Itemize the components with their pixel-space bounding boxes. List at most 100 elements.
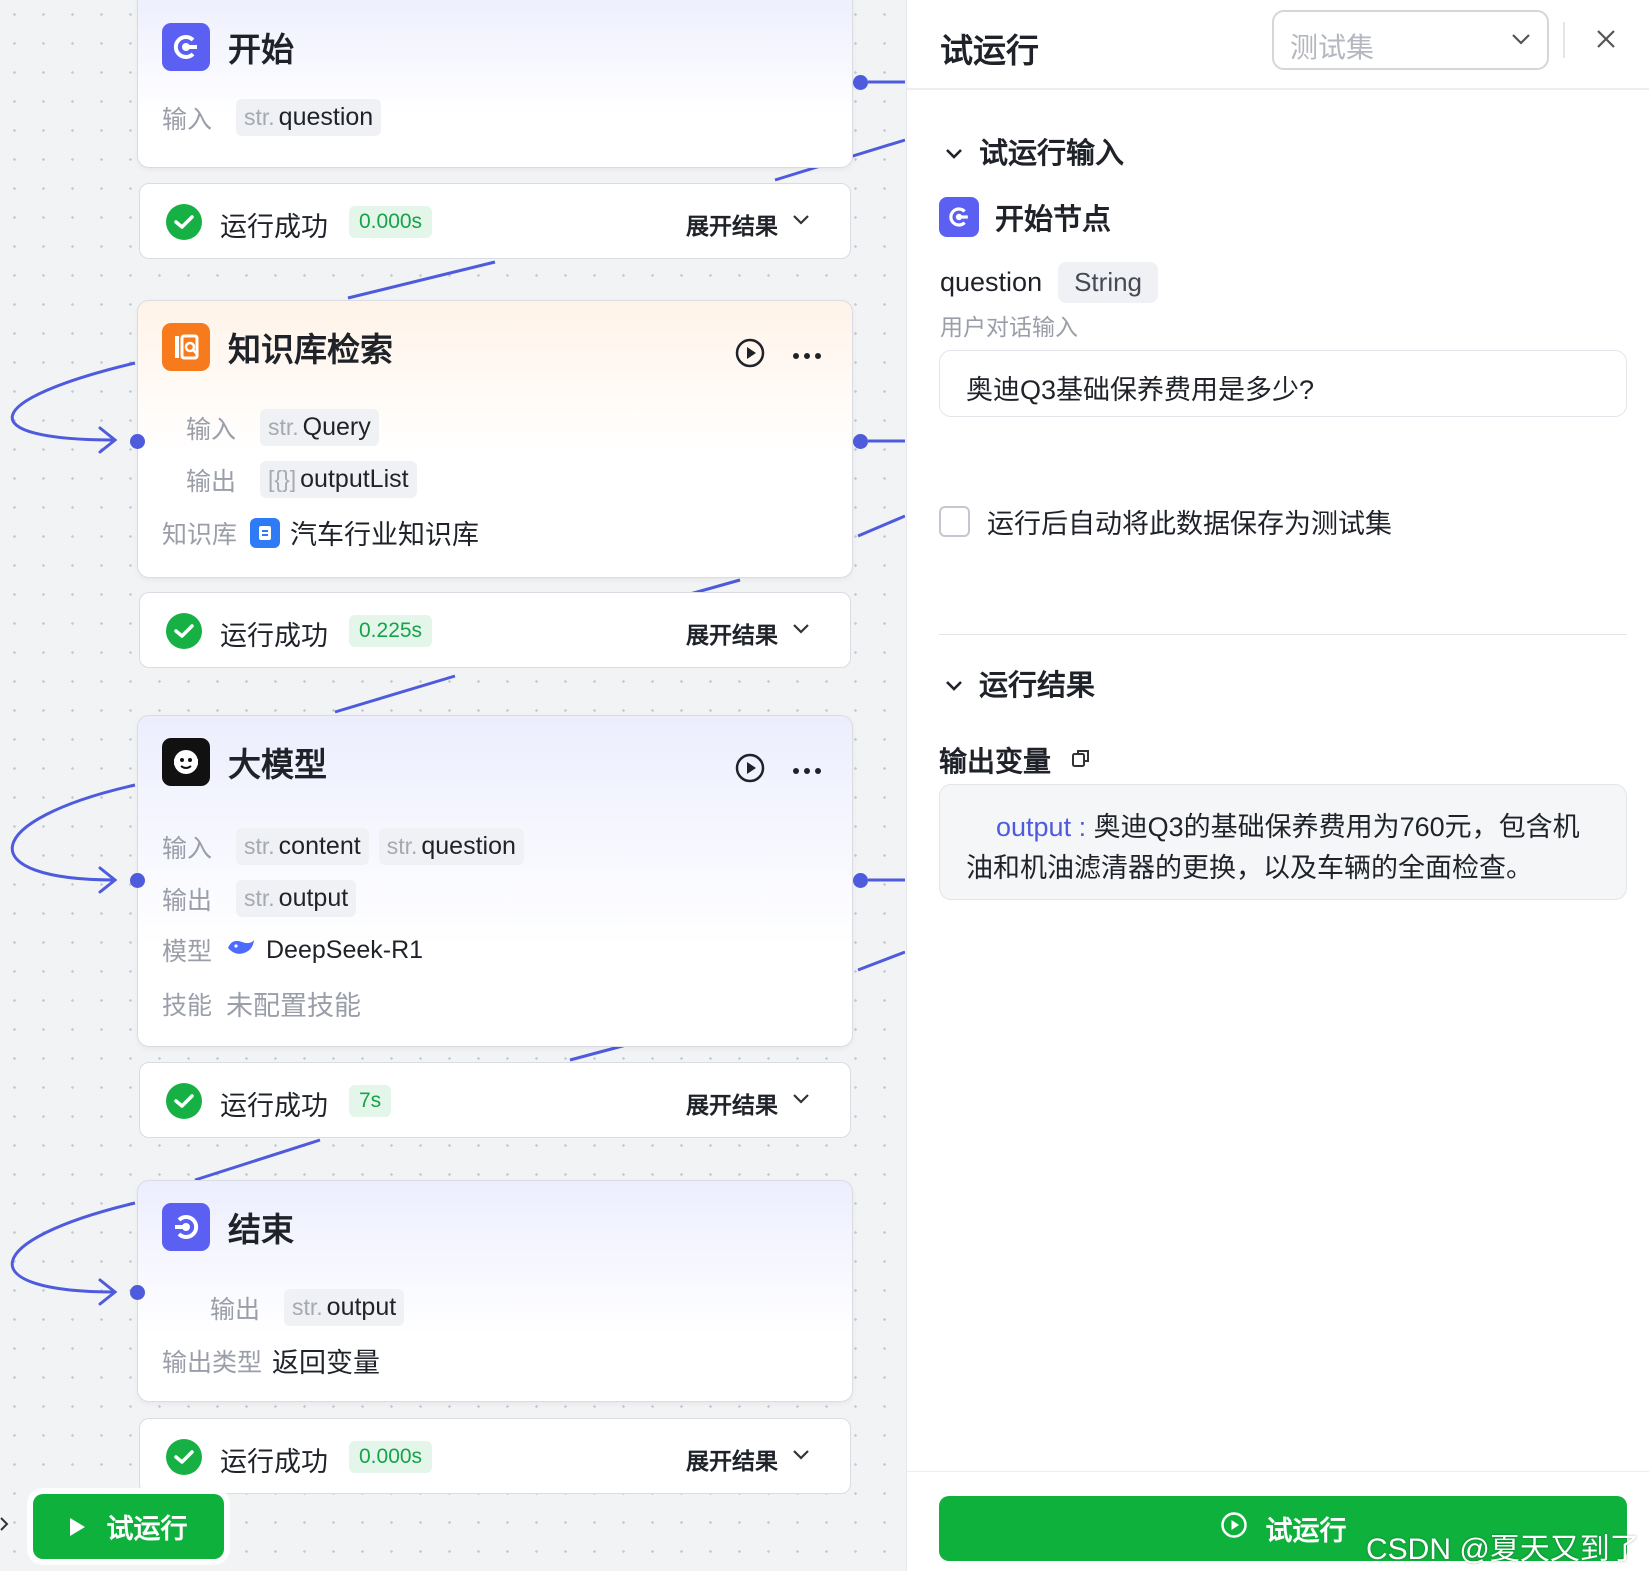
result-section-header[interactable]: 运行结果 bbox=[945, 662, 1095, 704]
check-icon bbox=[166, 1083, 202, 1119]
edge-loop-end bbox=[10, 1201, 136, 1294]
skill-label: 技能 bbox=[162, 991, 213, 1020]
output-variable-label: 输出变量 bbox=[939, 746, 1052, 777]
input-chip: str. content bbox=[236, 828, 369, 865]
more-icon[interactable] bbox=[792, 347, 822, 365]
autosave-checkbox[interactable] bbox=[939, 506, 970, 537]
output-type-value: 返回变量 bbox=[272, 1348, 380, 1378]
status-time: 0.000s bbox=[349, 1441, 433, 1473]
start-output-port[interactable] bbox=[853, 75, 868, 90]
status-text: 运行成功 bbox=[220, 621, 328, 651]
status-bar-llm: 运行成功 7s 展开结果 bbox=[139, 1062, 851, 1138]
end-node-icon bbox=[162, 1203, 210, 1251]
output-label: 输出 bbox=[210, 1295, 261, 1324]
start-node-icon bbox=[162, 23, 210, 71]
panel-title: 试运行 bbox=[940, 32, 1039, 69]
copy-icon[interactable] bbox=[1071, 748, 1091, 773]
testset-placeholder: 测试集 bbox=[1290, 32, 1375, 63]
chevron-down-icon[interactable] bbox=[792, 1448, 810, 1466]
end-input-port[interactable] bbox=[130, 1285, 145, 1300]
knowledge-node[interactable]: 知识库检索 输入 str. Query 输出 [{}] outputList 知识库… bbox=[137, 300, 853, 578]
status-text: 运行成功 bbox=[220, 1447, 328, 1477]
edge-segment bbox=[334, 674, 456, 714]
expand-results-button[interactable]: 展开结果 bbox=[686, 207, 778, 241]
watermark: CSDN @夏天又到了 bbox=[1366, 1533, 1640, 1566]
output-label: 输出 bbox=[162, 886, 213, 915]
section-divider bbox=[939, 634, 1627, 635]
header-divider bbox=[1563, 22, 1565, 58]
status-time: 0.225s bbox=[349, 615, 433, 647]
output-type-label: 输出类型 bbox=[162, 1348, 263, 1377]
input-section-header[interactable]: 试运行输入 bbox=[945, 130, 1124, 172]
kb-name: 汽车行业知识库 bbox=[290, 520, 479, 550]
collapse-arrow-icon[interactable] bbox=[0, 1516, 10, 1537]
question-input[interactable]: 奥迪Q3基础保养费用是多少? bbox=[939, 350, 1627, 417]
check-icon bbox=[166, 1439, 202, 1475]
start-node-icon bbox=[939, 197, 979, 237]
autosave-label: 运行后自动将此数据保存为测试集 bbox=[987, 509, 1392, 539]
input-label: 输入 bbox=[186, 415, 237, 444]
edge-segment bbox=[857, 514, 905, 538]
field-type-badge: String bbox=[1058, 262, 1159, 303]
check-icon bbox=[166, 204, 202, 240]
chevron-down-icon bbox=[1511, 32, 1531, 50]
llm-node-title: 大模型 bbox=[228, 746, 327, 783]
edge-loop-knowledge bbox=[10, 361, 136, 442]
output-chip: str. output bbox=[236, 880, 357, 917]
close-icon[interactable] bbox=[1595, 28, 1617, 55]
knowledge-node-title: 知识库检索 bbox=[228, 331, 393, 368]
skill-value: 未配置技能 bbox=[226, 991, 361, 1021]
canvas-run-button[interactable]: 试运行 bbox=[33, 1494, 224, 1559]
start-node-title: 开始 bbox=[228, 31, 294, 68]
output-chip: str. output bbox=[284, 1289, 405, 1326]
check-icon bbox=[166, 613, 202, 649]
llm-input-port[interactable] bbox=[130, 873, 145, 888]
expand-results-button[interactable]: 展开结果 bbox=[686, 616, 778, 650]
status-bar-knowledge: 运行成功 0.225s 展开结果 bbox=[139, 592, 851, 668]
start-node-group: 开始节点 bbox=[939, 196, 1111, 238]
status-text: 运行成功 bbox=[220, 212, 328, 242]
knowledge-output-port[interactable] bbox=[853, 434, 868, 449]
llm-node[interactable]: 大模型 输入 str. content str. question 输出 str. o… bbox=[137, 715, 853, 1047]
input-label: 输入 bbox=[162, 105, 213, 134]
test-run-panel: 试运行 测试集 试运行输入 开始节点 question String 用户对话输… bbox=[906, 0, 1649, 1571]
play-circle-icon bbox=[1220, 1511, 1248, 1546]
edge-segment bbox=[347, 260, 496, 300]
chevron-down-icon bbox=[945, 135, 963, 168]
kb-doc-icon bbox=[250, 517, 280, 548]
output-label: 输出 bbox=[186, 467, 237, 496]
expand-results-button[interactable]: 展开结果 bbox=[686, 1442, 778, 1476]
play-triangle-icon bbox=[69, 1517, 85, 1536]
knowledge-input-port[interactable] bbox=[130, 434, 145, 449]
workflow-canvas[interactable]: 开始 输入 str. question 运行成功 0.000s 展开结果 知识库检… bbox=[0, 0, 905, 1571]
chevron-down-icon bbox=[945, 667, 963, 700]
autosave-option[interactable]: 运行后自动将此数据保存为测试集 bbox=[939, 502, 1392, 541]
output-separator: : bbox=[1071, 812, 1094, 842]
input-label: 输入 bbox=[162, 834, 213, 863]
edge-loop-llm bbox=[11, 783, 136, 882]
footer-divider bbox=[907, 1471, 1649, 1472]
output-chip: [{}] outputList bbox=[260, 461, 417, 498]
end-node[interactable]: 结束 输出 str. output 输出类型 返回变量 bbox=[137, 1180, 853, 1402]
chevron-down-icon[interactable] bbox=[792, 213, 810, 231]
chevron-down-icon[interactable] bbox=[792, 622, 810, 640]
status-bar-end: 运行成功 0.000s 展开结果 bbox=[139, 1418, 851, 1494]
more-icon[interactable] bbox=[792, 762, 822, 780]
start-node[interactable]: 开始 输入 str. question bbox=[137, 0, 853, 168]
play-icon[interactable] bbox=[734, 752, 766, 789]
output-key: output bbox=[996, 812, 1072, 842]
status-time: 7s bbox=[349, 1085, 392, 1117]
deepseek-whale-icon bbox=[226, 936, 256, 965]
knowledge-node-icon bbox=[162, 323, 210, 371]
model-label: 模型 bbox=[162, 938, 213, 966]
expand-results-button[interactable]: 展开结果 bbox=[686, 1086, 778, 1120]
input-chip: str. Query bbox=[260, 409, 379, 446]
llm-output-port[interactable] bbox=[853, 873, 868, 888]
input-chip: str. question bbox=[378, 828, 524, 865]
chevron-down-icon[interactable] bbox=[792, 1092, 810, 1110]
status-time: 0.000s bbox=[349, 206, 433, 238]
start-node-label: 开始节点 bbox=[995, 204, 1112, 236]
play-icon[interactable] bbox=[734, 337, 766, 374]
end-node-title: 结束 bbox=[228, 1211, 294, 1248]
testset-select[interactable]: 测试集 bbox=[1272, 10, 1549, 70]
